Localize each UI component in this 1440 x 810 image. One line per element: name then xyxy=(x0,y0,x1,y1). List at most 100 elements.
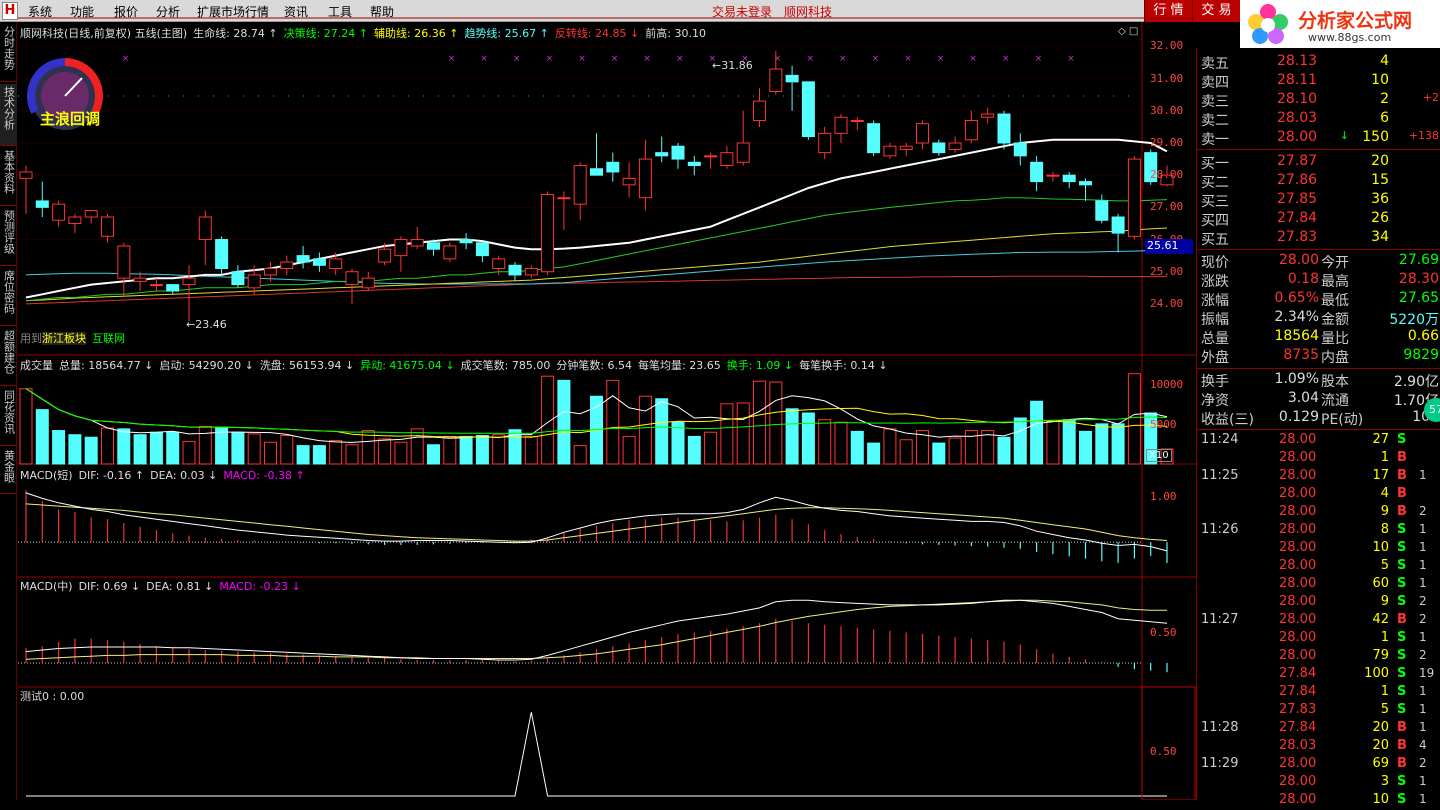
candle-body xyxy=(850,119,864,122)
candle-body xyxy=(378,248,392,263)
candle-body xyxy=(101,216,114,237)
tick-side: S xyxy=(1397,522,1407,537)
signal-mark: × xyxy=(937,54,945,64)
ask-label: 卖一 xyxy=(1201,132,1229,148)
sector-concept-link[interactable]: 互联网 xyxy=(92,332,125,345)
tick-row: 11:24 28.00 27 S xyxy=(1197,432,1440,450)
tick-volume: 20 xyxy=(1372,738,1389,753)
tick-price: 27.84 xyxy=(1279,666,1317,681)
volume-bar xyxy=(133,434,147,465)
signal-mark: × xyxy=(513,54,521,64)
tick-price: 28.00 xyxy=(1279,450,1317,465)
ask-row: 卖四 28.11 10 xyxy=(1201,72,1389,91)
volume-bar xyxy=(215,427,229,465)
tick-price: 28.00 xyxy=(1279,576,1317,591)
price-axis-tick: 30.00 xyxy=(1150,103,1184,117)
volume-bar xyxy=(68,434,82,465)
signal-mark: × xyxy=(611,54,619,64)
tick-side: B xyxy=(1397,612,1407,627)
tick-price: 28.00 xyxy=(1279,486,1317,501)
macd-short-dif-line xyxy=(25,492,1168,552)
tick-side: S xyxy=(1397,432,1407,447)
volume-bar xyxy=(1111,423,1125,465)
stat-label: 金额 xyxy=(1321,312,1349,328)
volume-bar xyxy=(52,430,66,465)
signal-mark: × xyxy=(448,54,456,64)
tick-side: S xyxy=(1397,576,1407,591)
candle-body xyxy=(769,68,783,92)
macd-mid-header: MACD(中) DIF: 0.69 ↓ DEA: 0.81 ↓ MACD: -0.23… xyxy=(20,578,307,594)
tick-price: 28.00 xyxy=(1279,522,1317,537)
price-axis-tick: 32.00 xyxy=(1150,39,1184,53)
stat-label: 换手 xyxy=(1201,374,1229,390)
candle-body xyxy=(1030,161,1044,183)
tick-volume: 69 xyxy=(1372,756,1389,771)
tick-price: 28.00 xyxy=(1279,612,1317,627)
volume-bar xyxy=(492,434,506,465)
volume-bar xyxy=(84,436,98,465)
tick-price: 27.84 xyxy=(1279,684,1317,699)
tick-price: 28.00 xyxy=(1279,756,1317,771)
volume-axis-top: 10000 xyxy=(1150,378,1184,391)
candle-body xyxy=(133,277,147,282)
stat-row: 振幅 2.34% 金额 5220万 xyxy=(1197,309,1440,328)
volume-bar xyxy=(166,431,180,465)
main-header-item-1: 决策线: 27.24 ↑ xyxy=(283,27,369,40)
tick-volume: 9 xyxy=(1380,594,1389,609)
candlestick-series: × × × × × × × × × × × × × × × × × × × × × xyxy=(19,50,1174,322)
test-indicator-header: 测试0 : 0.00 xyxy=(20,690,85,703)
candle-body xyxy=(753,100,766,121)
bid-volume: 36 xyxy=(1371,191,1389,207)
candle-body xyxy=(443,245,457,260)
bid-label: 买四 xyxy=(1201,213,1229,229)
candle-body xyxy=(1013,142,1027,157)
ask-label: 卖三 xyxy=(1201,94,1229,110)
macd-mid-header-item-0: MACD(中) xyxy=(20,580,73,593)
ask-row: 卖二 28.03 6 xyxy=(1201,110,1389,129)
sector-board-link[interactable]: 浙江板块 xyxy=(42,332,86,345)
tick-price: 28.00 xyxy=(1279,540,1317,555)
volume-bar xyxy=(247,433,261,465)
chart-options-icon[interactable]: ◇ □ xyxy=(1118,26,1138,37)
candle-body xyxy=(1079,181,1092,186)
candle-body xyxy=(492,258,506,270)
tick-price: 27.83 xyxy=(1279,702,1317,717)
stat-value: 27.65 xyxy=(1398,290,1439,306)
candle-body xyxy=(361,277,375,289)
sector-labels: 用到浙江板块 互联网 xyxy=(20,330,131,346)
stat-value: 0.18 xyxy=(1287,271,1319,287)
candle-body xyxy=(785,74,799,83)
quote-panel: 卖五 28.13 4 卖四 28.11 10 卖三 28.10 2 +2 卖二 28.03 6 卖一 28.… xyxy=(1196,48,1440,807)
tick-side: S xyxy=(1397,594,1407,609)
tick-price: 28.03 xyxy=(1279,738,1317,753)
tick-price: 28.00 xyxy=(1279,432,1317,447)
tick-side: B xyxy=(1397,486,1407,501)
tick-row: 28.00 9 B 2 xyxy=(1197,504,1440,522)
ask-arrow: ↓ xyxy=(1339,129,1349,142)
stat-value: 28.00 xyxy=(1278,252,1319,268)
tick-row: 28.00 9 S 2 xyxy=(1197,594,1440,612)
macd-short-header-item-2: DEA: 0.03 ↓ xyxy=(150,469,218,482)
main-header-item-3: 趋势线: 25.67 ↑ xyxy=(464,27,549,40)
price-axis-tick: 28.00 xyxy=(1150,168,1184,182)
macd-short-header-item-3: MACD: -0.38 ↑ xyxy=(223,469,305,482)
volume-bar xyxy=(867,442,881,465)
candle-body xyxy=(622,177,636,186)
tick-time: 11:29 xyxy=(1201,756,1239,771)
bid-volume: 34 xyxy=(1371,229,1389,245)
volume-header-item-9: 每笔换手: 0.14 ↓ xyxy=(799,359,888,372)
tick-volume: 17 xyxy=(1372,468,1389,483)
chart-canvas[interactable]: × × × × × × × × × × × × × × × × × × × × × xyxy=(0,0,1196,800)
candle-body xyxy=(345,271,359,286)
tick-side: S xyxy=(1397,648,1407,663)
brand-url[interactable]: www.88gs.com xyxy=(1308,31,1391,44)
tick-volume: 27 xyxy=(1372,432,1389,447)
tick-side: B xyxy=(1397,504,1407,519)
volume-header-item-4: 异动: 41675.04 ↓ xyxy=(360,359,455,372)
trade-button[interactable]: 交 易 xyxy=(1192,0,1240,22)
volume-bar xyxy=(850,430,864,465)
tick-time: 11:26 xyxy=(1201,522,1239,537)
tick-row: 27.83 5 S 1 xyxy=(1197,702,1440,720)
bid-label: 买一 xyxy=(1201,156,1229,172)
main-header-item-2: 辅助线: 26.36 ↑ xyxy=(374,27,459,40)
